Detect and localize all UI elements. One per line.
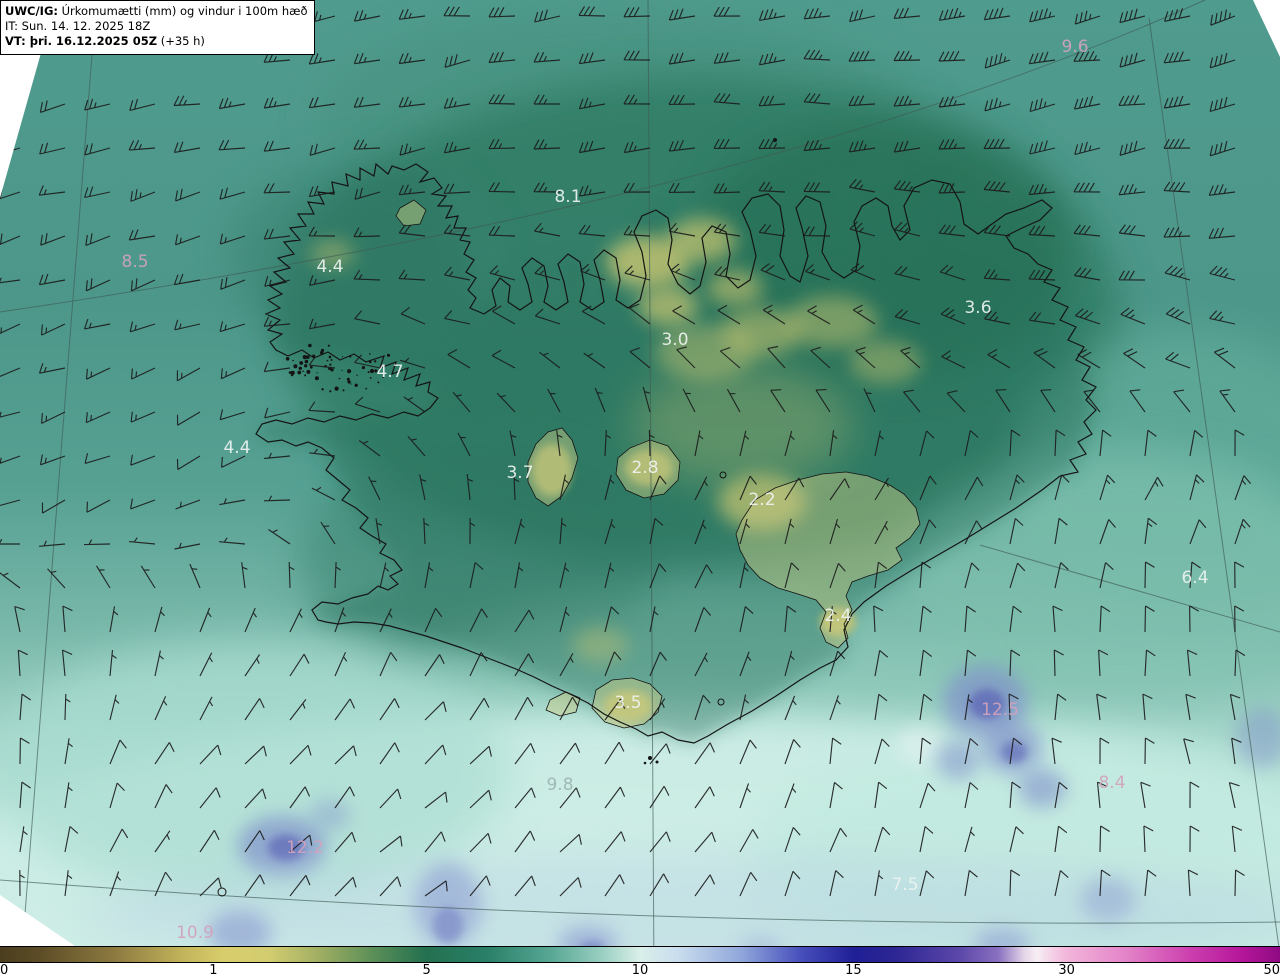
island-speckle bbox=[350, 383, 352, 385]
small-island-dot bbox=[643, 761, 647, 765]
colorbar-tick-label: 0 bbox=[0, 963, 9, 978]
precip-value-label: 8.4 bbox=[1098, 773, 1125, 793]
island-speckle bbox=[330, 368, 334, 372]
island-speckle bbox=[326, 359, 329, 362]
island-speckle bbox=[354, 383, 358, 387]
island-speckle bbox=[297, 370, 302, 375]
map-layers: 8.5 4.4 8.1 9.6 3.6 3.0 4.7 4.4 3.7 2.8 2.2 6.4 2.4 3… bbox=[0, 0, 1280, 946]
island-speckle bbox=[338, 377, 341, 380]
precip-shade-blob bbox=[310, 799, 350, 831]
island-speckle bbox=[347, 380, 351, 384]
island-speckle bbox=[293, 364, 298, 369]
island-speckle bbox=[365, 387, 368, 390]
island-speckle bbox=[369, 377, 372, 379]
title-box: UWC/IG: Úrkomumætti (mm) og vindur i 100… bbox=[0, 0, 315, 55]
island-speckle bbox=[367, 371, 370, 374]
island-speckle bbox=[304, 374, 307, 377]
colorbar-tick-label: 30 bbox=[1058, 963, 1075, 978]
precip-shade-blob bbox=[1001, 741, 1027, 763]
island-speckle bbox=[302, 370, 304, 373]
colorbar-tick-label: 10 bbox=[631, 963, 649, 978]
island-speckle bbox=[316, 372, 318, 374]
island-speckle bbox=[341, 356, 344, 358]
island-speckle bbox=[346, 377, 350, 381]
precip-shade-blob bbox=[707, 270, 763, 306]
weather-chart-page: 8.5 4.4 8.1 9.6 3.6 3.0 4.7 4.4 3.7 2.8 2.2 6.4 2.4 3… bbox=[0, 0, 1280, 978]
colorbar-gradient bbox=[0, 946, 1280, 963]
precip-value-label: 3.7 bbox=[506, 463, 533, 483]
precip-value-label: 9.8 bbox=[546, 775, 573, 795]
island-speckle bbox=[306, 369, 311, 374]
island-speckle bbox=[328, 356, 331, 359]
precip-value-label: 4.7 bbox=[376, 362, 403, 382]
precip-shade-blob bbox=[786, 296, 878, 348]
init-time: IT: Sun. 14. 12. 2025 18Z bbox=[5, 19, 151, 34]
precip-value-label: 9.6 bbox=[1061, 37, 1088, 57]
small-island-dot bbox=[655, 760, 659, 764]
island-speckle bbox=[288, 371, 292, 374]
island-speckle bbox=[285, 357, 290, 361]
precip-value-label: 12.5 bbox=[981, 700, 1019, 720]
island-speckle bbox=[298, 366, 302, 370]
precip-value-label: 4.4 bbox=[316, 257, 343, 277]
weather-map-canvas: 8.5 4.4 8.1 9.6 3.6 3.0 4.7 4.4 3.7 2.8 2.2 6.4 2.4 3… bbox=[0, 0, 1280, 946]
island-speckle bbox=[361, 366, 365, 370]
precip-value-label: 2.8 bbox=[631, 458, 658, 478]
precip-value-label: 3.6 bbox=[964, 298, 991, 318]
precip-value-label: 2.4 bbox=[824, 606, 851, 626]
island-speckle bbox=[342, 389, 345, 392]
island-speckle bbox=[327, 344, 330, 347]
product-subtitle: Úrkomumætti (mm) og vindur i 100m hæð bbox=[61, 4, 308, 18]
precip-value-label: 10.9 bbox=[176, 923, 214, 943]
colorbar: 0 1 5 10 15 30 50 bbox=[0, 946, 1280, 978]
island-speckle bbox=[329, 390, 332, 393]
precip-value-label: 2.2 bbox=[748, 490, 775, 510]
island-speckle bbox=[304, 364, 308, 368]
precip-value-label: 12.2 bbox=[286, 838, 324, 858]
island-speckle bbox=[299, 361, 304, 365]
island-speckle bbox=[292, 359, 294, 362]
precip-value-label: 6.4 bbox=[1181, 568, 1208, 588]
title-line-valid: VT: þri. 16.12.2025 05Z (+35 h) bbox=[5, 34, 308, 49]
island-speckle bbox=[369, 368, 375, 374]
precip-shade-blob bbox=[936, 740, 980, 780]
colorbar-tick-label: 15 bbox=[845, 963, 862, 978]
island-speckle bbox=[329, 363, 332, 366]
island-speckle bbox=[314, 376, 319, 381]
island-speckle bbox=[330, 359, 333, 361]
island-speckle bbox=[309, 365, 313, 369]
colorbar-labels: 0 1 5 10 15 30 50 bbox=[0, 963, 1280, 978]
forecast-lead: (+35 h) bbox=[160, 34, 205, 49]
model-name: UWC/IG: bbox=[5, 4, 58, 18]
precip-value-label: 3.0 bbox=[661, 330, 688, 350]
island-speckle bbox=[347, 369, 352, 374]
colorbar-tick-label: 5 bbox=[422, 963, 431, 978]
colorbar-tick-label: 50 bbox=[1263, 963, 1280, 978]
island-speckle bbox=[290, 370, 295, 375]
island-speckle bbox=[304, 359, 309, 364]
island-speckle bbox=[369, 353, 371, 355]
valid-time: VT: þri. 16.12.2025 05Z bbox=[5, 34, 158, 49]
island-speckle bbox=[334, 386, 339, 391]
small-island-dot bbox=[648, 756, 652, 760]
precip-shade-blob bbox=[849, 340, 921, 384]
precip-value-label: 3.5 bbox=[614, 693, 641, 713]
island-speckle bbox=[308, 343, 312, 348]
island-speckle bbox=[302, 355, 307, 360]
precip-value-label: 4.4 bbox=[223, 438, 250, 458]
island-speckle bbox=[356, 374, 358, 376]
precip-value-label: 7.5 bbox=[891, 875, 918, 895]
precip-value-label: 8.1 bbox=[554, 187, 581, 207]
title-line-product: UWC/IG: Úrkomumætti (mm) og vindur i 100… bbox=[5, 4, 308, 19]
island-speckle bbox=[321, 388, 324, 391]
island-speckle bbox=[341, 369, 343, 371]
colorbar-tick-label: 1 bbox=[209, 963, 218, 978]
island-speckle bbox=[386, 353, 391, 357]
precip-value-label: 8.5 bbox=[121, 252, 148, 272]
